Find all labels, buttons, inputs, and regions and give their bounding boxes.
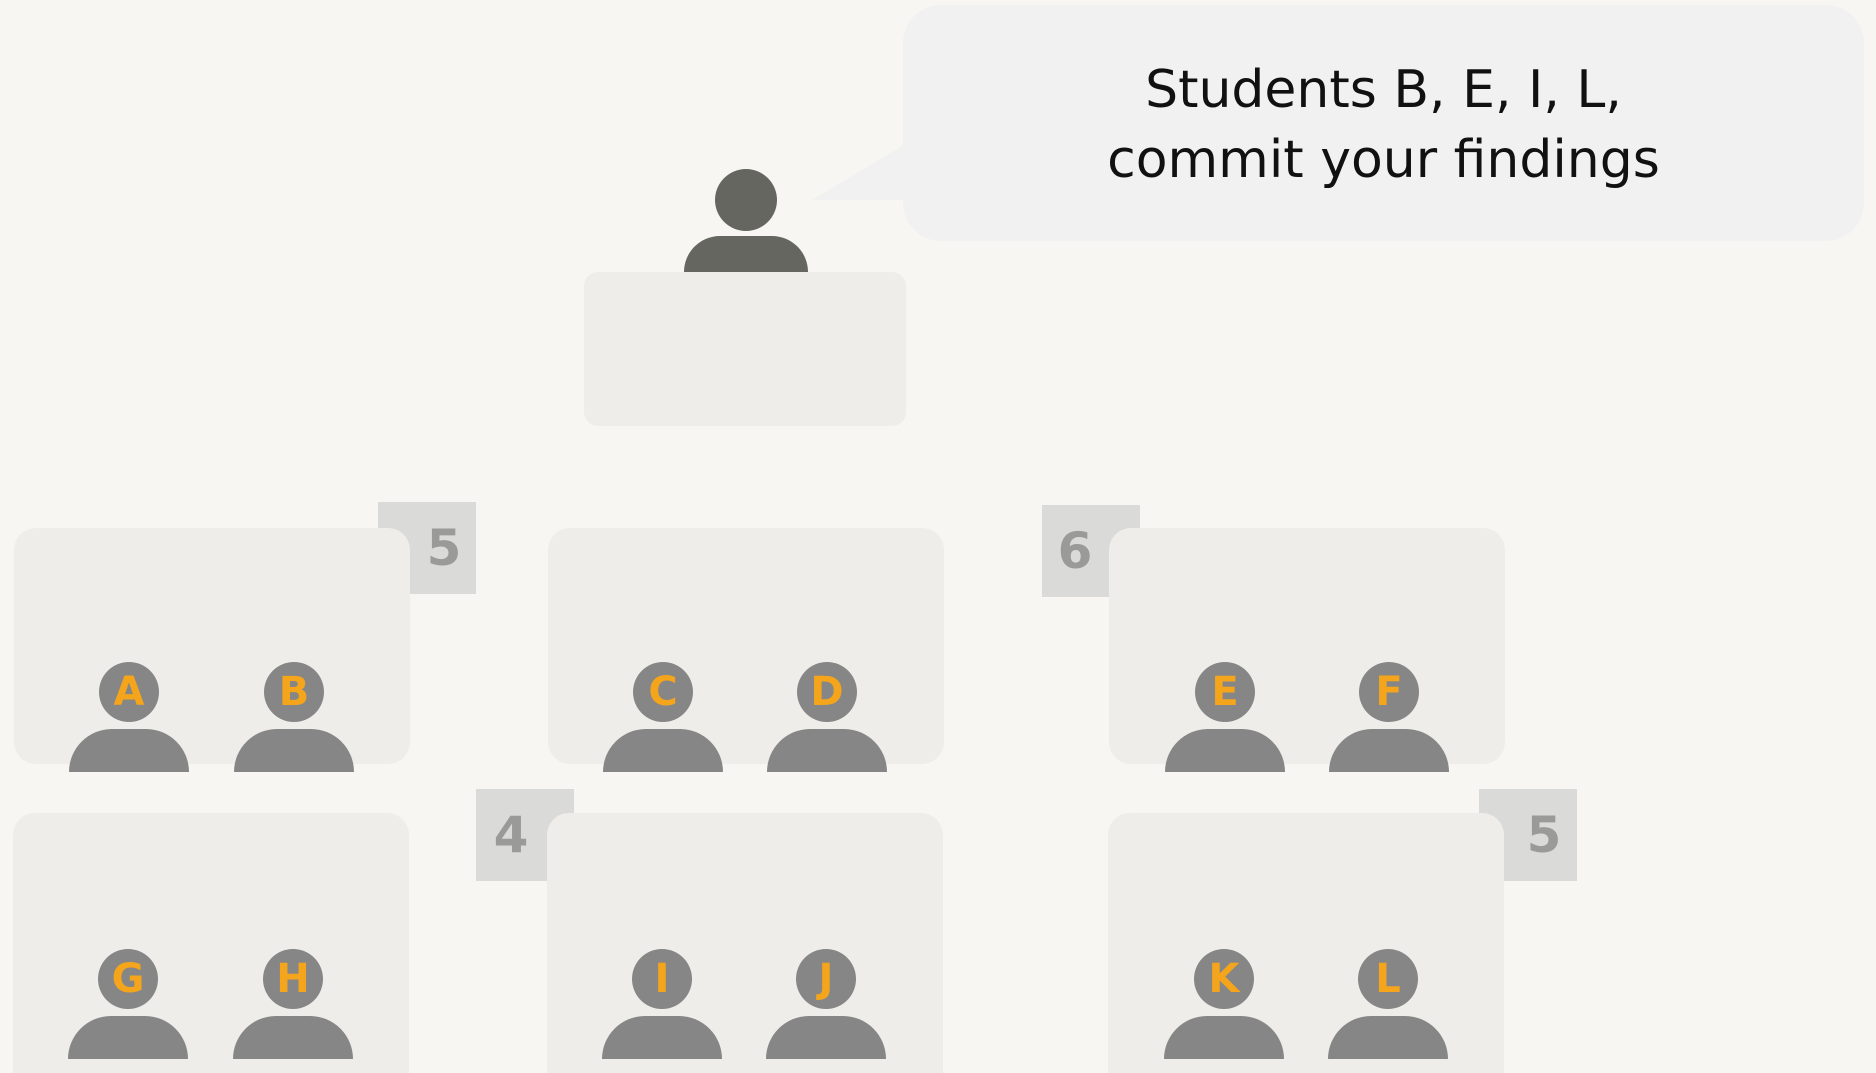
student-label: A [99, 662, 159, 722]
group-count-text: 4 [493, 806, 529, 864]
student-label: I [632, 949, 692, 1009]
student-icon: B [234, 662, 354, 772]
student-body [1328, 1016, 1448, 1059]
student-icon: L [1328, 949, 1448, 1059]
student-icon: G [68, 949, 188, 1059]
student-icon: I [602, 949, 722, 1059]
speech-bubble-text: Students B, E, I, L, commit your finding… [903, 55, 1864, 195]
student-icon: H [233, 949, 353, 1059]
student-body [603, 729, 723, 772]
student-label: H [263, 949, 323, 1009]
student-body [1164, 1016, 1284, 1059]
teacher-desk [584, 272, 906, 426]
group-count-text: 5 [1526, 806, 1562, 864]
student-body [1329, 729, 1449, 772]
speech-line-1: Students B, E, I, L, [1145, 60, 1622, 120]
student-icon: D [767, 662, 887, 772]
student-label: C [633, 662, 693, 722]
group-count-text: 6 [1057, 522, 1093, 580]
student-label: L [1358, 949, 1418, 1009]
student-body [234, 729, 354, 772]
student-icon: C [603, 662, 723, 772]
student-body [1165, 729, 1285, 772]
speech-bubble-tail [812, 140, 912, 200]
student-body [69, 729, 189, 772]
student-label: E [1195, 662, 1255, 722]
student-label: B [264, 662, 324, 722]
student-body [766, 1016, 886, 1059]
student-icon: K [1164, 949, 1284, 1059]
student-body [767, 729, 887, 772]
teacher-head-icon [715, 169, 777, 231]
student-label: F [1359, 662, 1419, 722]
speech-line-2: commit your findings [1107, 130, 1660, 190]
student-icon: J [766, 949, 886, 1059]
student-icon: E [1165, 662, 1285, 772]
student-label: D [797, 662, 857, 722]
student-body [602, 1016, 722, 1059]
student-icon: A [69, 662, 189, 772]
student-label: J [796, 949, 856, 1009]
student-body [68, 1016, 188, 1059]
teacher-body-icon [684, 236, 808, 272]
student-label: G [98, 949, 158, 1009]
student-body [233, 1016, 353, 1059]
group-count-text: 5 [426, 519, 462, 577]
student-icon: F [1329, 662, 1449, 772]
student-label: K [1194, 949, 1254, 1009]
